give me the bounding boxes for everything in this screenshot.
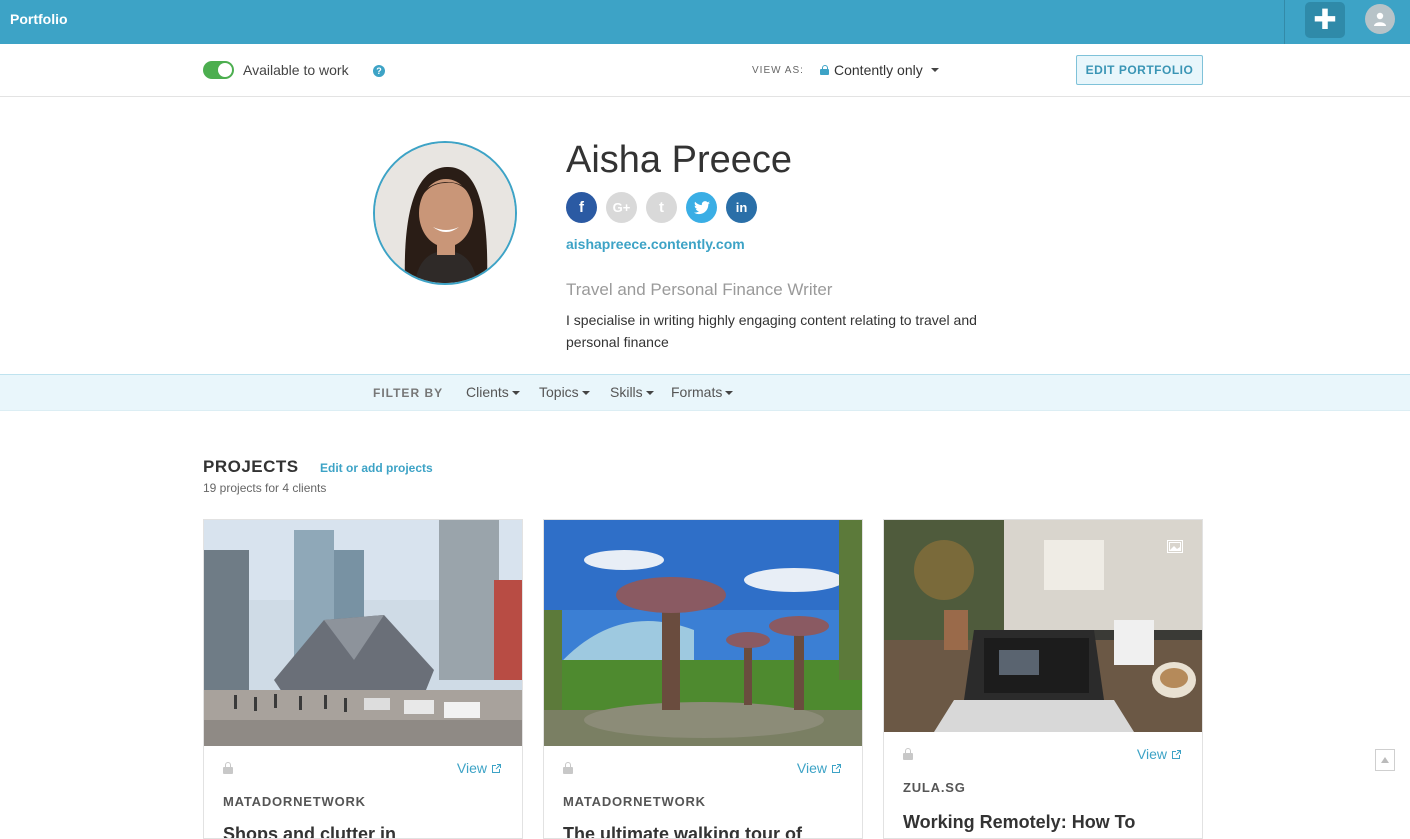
edit-projects-link[interactable]: Edit or add projects bbox=[320, 461, 433, 475]
external-link-icon bbox=[1172, 749, 1181, 759]
view-as-dropdown[interactable]: Contently only bbox=[820, 62, 939, 78]
user-icon bbox=[1374, 12, 1386, 26]
filter-topics-dropdown[interactable]: Topics bbox=[539, 384, 590, 400]
caret-down-icon bbox=[511, 391, 520, 396]
question-icon[interactable]: ? bbox=[373, 65, 385, 77]
project-card[interactable]: View MATADORNETWORK The ultimate walking… bbox=[543, 519, 863, 839]
facebook-icon[interactable]: f bbox=[566, 192, 597, 223]
linkedin-icon[interactable]: in bbox=[726, 192, 757, 223]
lock-icon bbox=[563, 762, 573, 774]
project-title[interactable]: Shops and clutter in bbox=[223, 824, 396, 838]
view-as-value: Contently only bbox=[834, 62, 923, 78]
view-as-label: VIEW AS: bbox=[752, 65, 804, 76]
project-card[interactable]: View MATADORNETWORK Shops and clutter in bbox=[203, 519, 523, 839]
projects-heading: PROJECTS bbox=[203, 457, 299, 476]
project-title[interactable]: Working Remotely: How To bbox=[903, 812, 1135, 833]
add-button[interactable]: ✚ bbox=[1305, 2, 1345, 38]
twitter-icon[interactable] bbox=[686, 192, 717, 223]
user-menu-button[interactable] bbox=[1365, 4, 1395, 34]
profile-tagline: Travel and Personal Finance Writer bbox=[566, 280, 833, 299]
app-title[interactable]: Portfolio bbox=[10, 11, 68, 27]
external-link-icon bbox=[832, 763, 841, 773]
arrow-up-icon bbox=[1381, 757, 1389, 763]
profile-url-link[interactable]: aishapreece.contently.com bbox=[566, 236, 745, 252]
project-thumbnail bbox=[544, 520, 862, 746]
view-project-link[interactable]: View bbox=[457, 760, 502, 776]
availability-label: Available to work bbox=[243, 62, 349, 78]
lock-icon bbox=[223, 762, 233, 774]
social-links: f G+ t in bbox=[566, 192, 757, 223]
plus-icon: ✚ bbox=[1313, 4, 1337, 35]
top-bar-divider bbox=[1284, 0, 1285, 44]
view-project-link[interactable]: View bbox=[797, 760, 842, 776]
profile-avatar bbox=[373, 141, 517, 285]
profile-bio: I specialise in writing highly engaging … bbox=[566, 312, 977, 350]
top-bar: Portfolio ✚ bbox=[0, 0, 1410, 44]
edit-portfolio-button[interactable]: EDIT PORTFOLIO bbox=[1076, 55, 1203, 85]
project-client: MATADORNETWORK bbox=[223, 794, 366, 809]
portfolio-toolbar: Available to work ? VIEW AS: Contently o… bbox=[0, 44, 1410, 97]
profile-name: Aisha Preece bbox=[566, 139, 793, 181]
filter-skills-dropdown[interactable]: Skills bbox=[610, 384, 654, 400]
caret-down-icon bbox=[645, 391, 654, 396]
filter-formats-dropdown[interactable]: Formats bbox=[671, 384, 734, 400]
caret-down-icon bbox=[581, 391, 590, 396]
lock-icon bbox=[820, 65, 829, 75]
lock-icon bbox=[903, 748, 913, 760]
project-thumbnail bbox=[204, 520, 522, 746]
filter-bar: FILTER BY Clients Topics Skills Formats bbox=[0, 374, 1410, 411]
image-gallery-icon bbox=[1167, 540, 1183, 553]
project-title[interactable]: The ultimate walking tour of bbox=[563, 824, 802, 838]
tumblr-icon[interactable]: t bbox=[646, 192, 677, 223]
project-client: ZULA.SG bbox=[903, 780, 966, 795]
project-card[interactable]: View ZULA.SG Working Remotely: How To bbox=[883, 519, 1203, 839]
caret-down-icon bbox=[725, 391, 734, 396]
caret-down-icon bbox=[930, 68, 939, 72]
availability-toggle[interactable] bbox=[203, 61, 234, 79]
filter-label: FILTER BY bbox=[373, 386, 444, 400]
view-project-link[interactable]: View bbox=[1137, 746, 1182, 762]
projects-count: 19 projects for 4 clients bbox=[203, 481, 327, 495]
filter-clients-dropdown[interactable]: Clients bbox=[466, 384, 520, 400]
google-plus-icon[interactable]: G+ bbox=[606, 192, 637, 223]
project-client: MATADORNETWORK bbox=[563, 794, 706, 809]
external-link-icon bbox=[492, 763, 501, 773]
project-thumbnail bbox=[884, 520, 1202, 732]
scroll-to-top-button[interactable] bbox=[1375, 749, 1395, 771]
